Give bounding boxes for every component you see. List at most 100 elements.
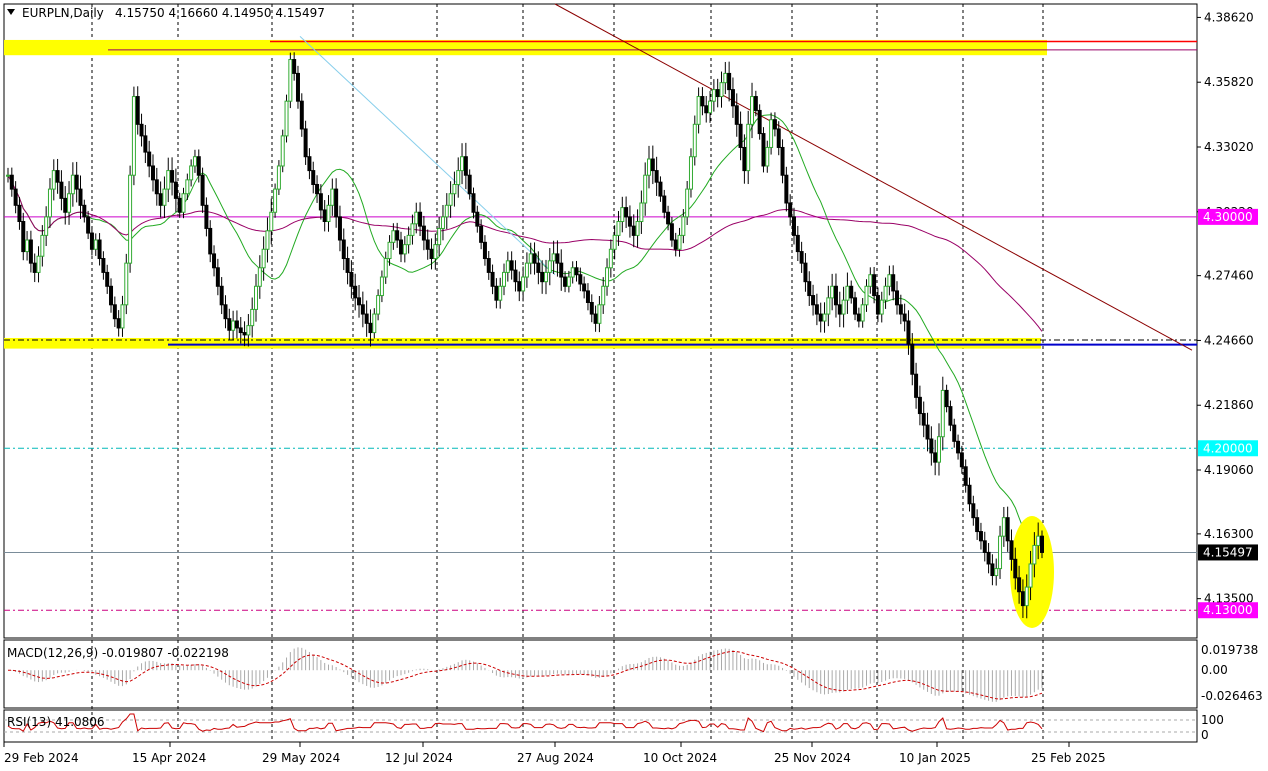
candle-body: [318, 193, 323, 211]
candle-body: [589, 301, 594, 315]
candle-body: [273, 188, 278, 213]
candle-body: [376, 295, 381, 315]
candle-body: [830, 285, 835, 299]
candle-body: [463, 156, 468, 176]
candle-body: [601, 285, 606, 306]
candle-body: [116, 318, 121, 329]
candle-body: [822, 313, 827, 322]
candle-body: [379, 276, 384, 297]
candle-body: [93, 239, 98, 250]
candle-body: [162, 188, 167, 206]
candle-body: [994, 568, 999, 577]
candle-body: [448, 193, 453, 206]
candle-body: [959, 452, 964, 468]
rsi-scale-top: 100: [1201, 713, 1224, 727]
candle-body: [1001, 517, 1006, 537]
candle-body: [566, 276, 571, 287]
candle-body: [383, 258, 388, 278]
candle-body: [906, 320, 911, 345]
candle-body: [334, 188, 339, 218]
candle-body: [856, 313, 861, 322]
candle-body: [845, 285, 850, 301]
candle-body: [742, 146, 747, 172]
x-tick-label: 10 Jan 2025: [899, 751, 971, 765]
candle-body: [215, 267, 220, 287]
x-tick-label: 12 Jul 2024: [385, 751, 453, 765]
candle-body: [502, 271, 507, 287]
candle-body: [696, 96, 701, 125]
candle-body: [47, 188, 52, 218]
candle-body: [891, 274, 896, 292]
candle-body: [559, 262, 564, 278]
candle-body: [570, 267, 575, 278]
candle-body: [40, 234, 45, 257]
candle-body: [750, 96, 755, 125]
chart-canvas[interactable]: EURPLN,Daily 4.15750 4.16660 4.14950 4.1…: [0, 0, 1268, 771]
candle-body: [32, 262, 37, 273]
candle-body: [914, 373, 919, 398]
candle-body: [189, 165, 194, 181]
candle-body: [574, 267, 579, 276]
vertical-grid: [91, 4, 1044, 742]
candle-body: [460, 156, 465, 172]
candle-body: [738, 123, 743, 148]
candle-body: [276, 165, 281, 190]
candle-body: [341, 239, 346, 260]
candle-body: [131, 96, 136, 176]
candle-body: [418, 211, 423, 227]
candle-body: [532, 253, 537, 264]
candle-body: [479, 225, 484, 243]
candle-body: [410, 223, 415, 236]
candle-body: [921, 413, 926, 426]
candle-body: [223, 304, 228, 320]
candle-body: [330, 188, 335, 206]
candle-body: [345, 258, 350, 273]
candle-body: [746, 123, 751, 172]
candle-body: [654, 170, 659, 183]
candle-body: [254, 285, 259, 310]
candle-body: [227, 318, 232, 331]
candle-body: [21, 221, 26, 253]
candle-body: [128, 174, 133, 264]
candle-body: [303, 128, 308, 158]
candle-body: [166, 170, 171, 190]
candle-body: [1024, 586, 1029, 607]
candle-body: [597, 304, 602, 324]
candle-body: [395, 230, 400, 241]
candle-body: [803, 262, 808, 283]
candle-body: [833, 285, 838, 306]
x-tick-label: 29 May 2024: [262, 751, 340, 765]
candle-body: [708, 100, 713, 114]
candle-body: [757, 109, 762, 135]
candle-body: [513, 269, 518, 283]
candle-body: [89, 232, 94, 250]
macd-label: MACD(12,26,9) -0.019807 -0.022198: [7, 646, 229, 660]
candle-body: [173, 181, 178, 199]
candle-body: [799, 251, 804, 264]
candle-body: [639, 202, 644, 223]
triangle-down-icon[interactable]: [7, 9, 15, 15]
candle-body: [368, 322, 373, 334]
candle-body: [185, 179, 190, 195]
candle-body: [528, 253, 533, 264]
candle-body: [357, 297, 362, 306]
candle-body: [929, 438, 934, 454]
candle-body: [475, 211, 480, 227]
candle-body: [1028, 563, 1033, 588]
candle-body: [509, 260, 514, 271]
candles: [6, 52, 1006, 586]
candle-body: [353, 285, 358, 299]
candle-body: [990, 563, 995, 577]
candle-body: [284, 100, 289, 137]
candle-body: [627, 216, 632, 227]
rsi-indicator: [4, 713, 1197, 733]
candle-body: [391, 230, 396, 243]
x-axis-ticks: 29 Feb 2024 15 Apr 2024 29 May 2024 12 Jul …: [3, 742, 1106, 765]
candle-body: [299, 100, 304, 130]
candle-body: [936, 436, 941, 463]
candle-body: [605, 267, 610, 287]
resistance-zone: [4, 39, 1047, 56]
x-tick-label: 25 Feb 2025: [1031, 751, 1106, 765]
candle-body: [105, 271, 110, 287]
y-tick-label: 4.38620: [1204, 10, 1254, 24]
